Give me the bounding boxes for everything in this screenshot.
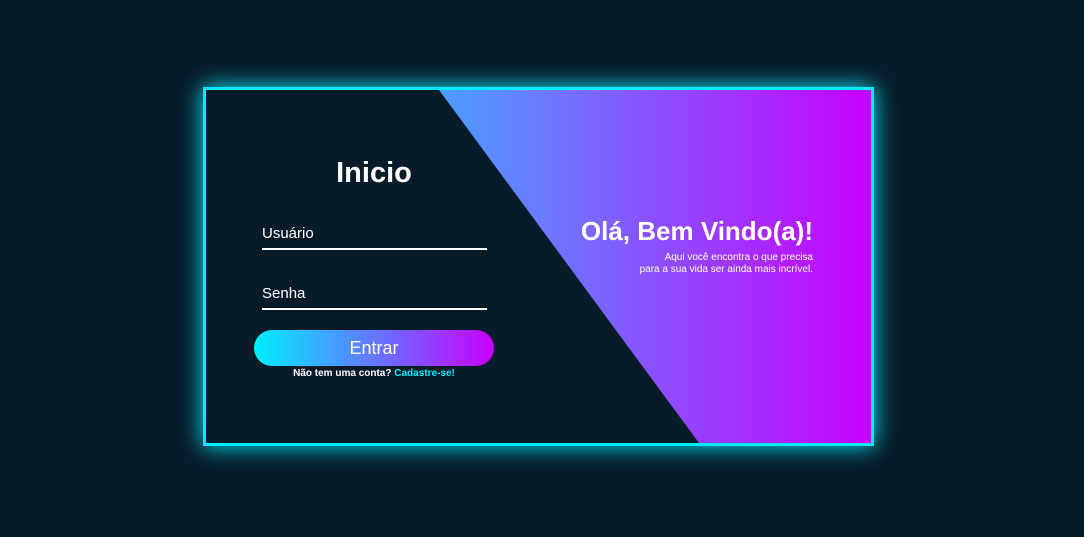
password-input[interactable] [262, 274, 487, 308]
welcome-line-2: para a sua vida ser ainda mais incrível. [639, 264, 813, 275]
signup-link[interactable]: Cadastre-se! [394, 368, 455, 379]
welcome-line-1: Aqui você encontra o que precisa [664, 252, 813, 263]
login-form: Inicio Entrar Não tem uma conta? Cadastr… [206, 90, 542, 443]
password-field [262, 274, 487, 310]
username-input[interactable] [262, 214, 487, 248]
welcome-title: Olá, Bem Vindo(a)! [580, 216, 813, 246]
login-button[interactable]: Entrar [254, 330, 494, 366]
username-field [262, 214, 487, 250]
page-title: Inicio [336, 157, 412, 189]
login-card: Inicio Entrar Não tem uma conta? Cadastr… [203, 87, 874, 446]
signup-prompt: Não tem uma conta? Cadastre-se! [206, 368, 542, 379]
welcome-section: Olá, Bem Vindo(a)! Aqui você encontra o … [581, 216, 813, 276]
no-account-text: Não tem uma conta? [293, 368, 392, 379]
